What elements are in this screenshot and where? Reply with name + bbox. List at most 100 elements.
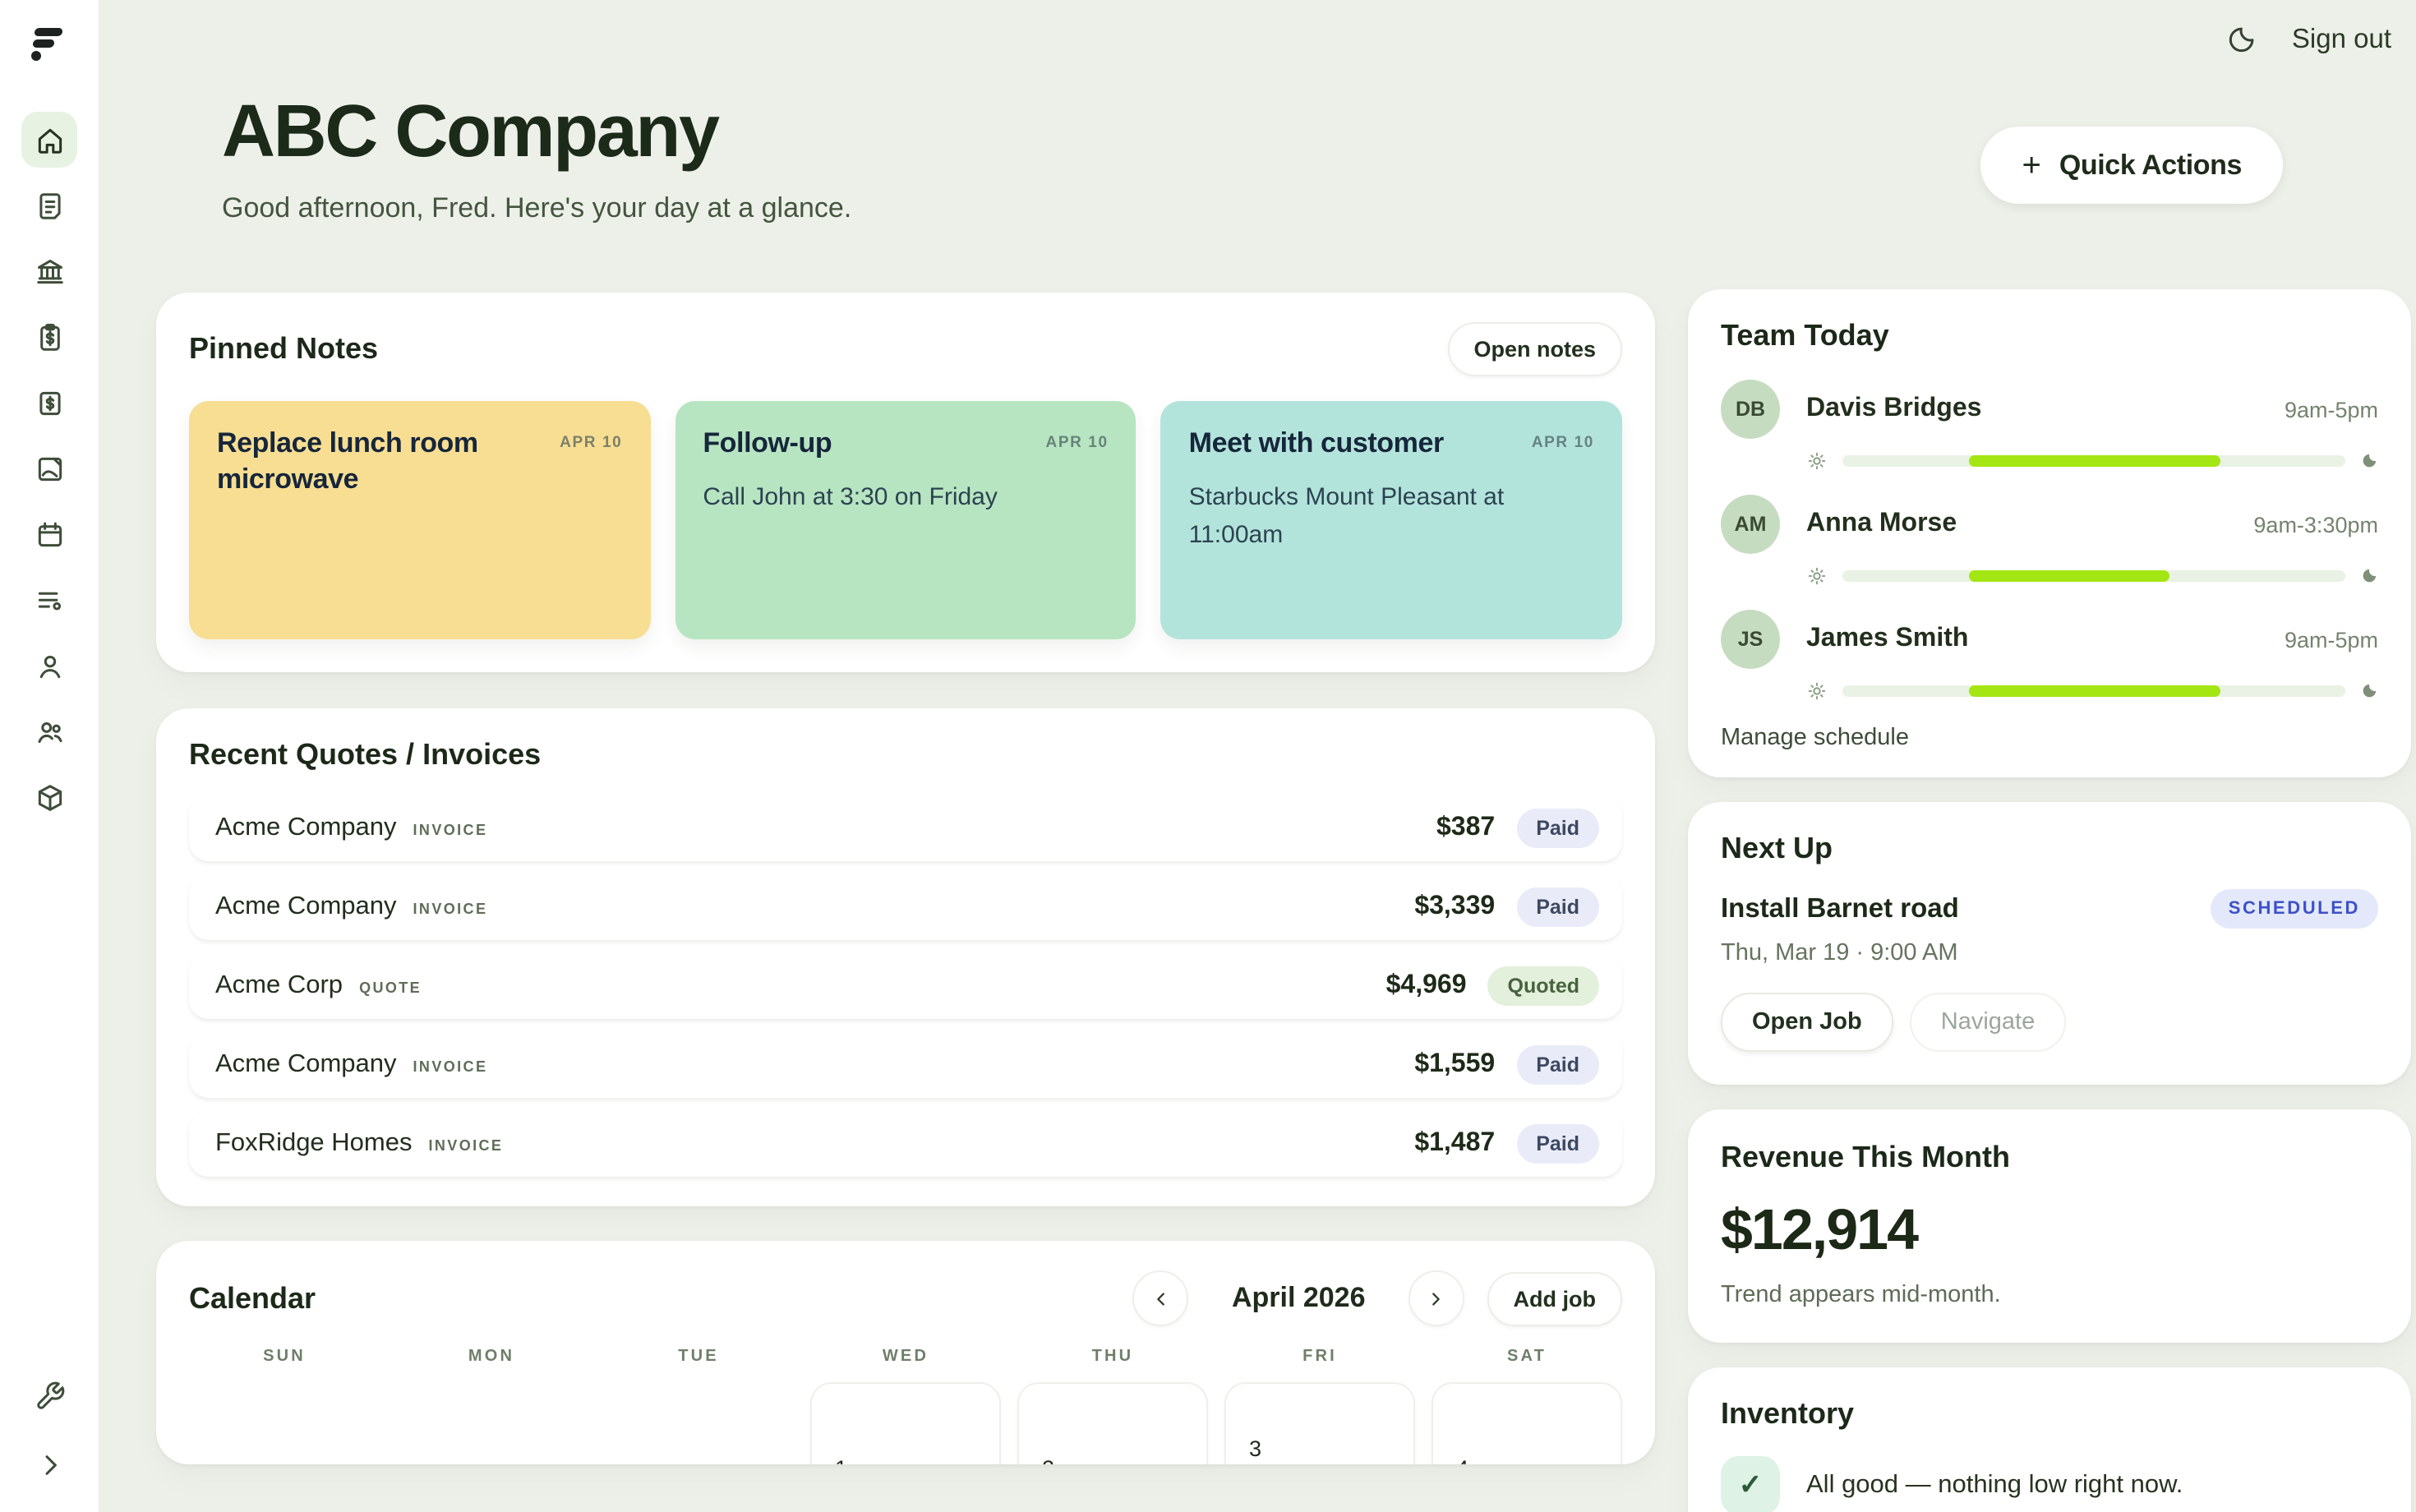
sidebar-item-home[interactable] bbox=[21, 112, 77, 168]
dashboard-page: Sign out + Quick Actions ABC Company Goo… bbox=[0, 0, 2416, 1512]
day-number: 1 bbox=[835, 1456, 999, 1464]
sidebar-item-jobs-list[interactable] bbox=[21, 572, 77, 628]
left-column: ABC Company Good afternoon, Fred. Here's… bbox=[156, 0, 1655, 1464]
add-job-button[interactable]: Add job bbox=[1487, 1271, 1623, 1325]
note-icon bbox=[34, 190, 65, 221]
day-number: 4 bbox=[1456, 1456, 1621, 1464]
image-icon bbox=[34, 453, 65, 484]
doc-type-label: INVOICE bbox=[413, 901, 488, 917]
client-name: Acme Company bbox=[215, 1050, 397, 1080]
sidebar-item-customers[interactable] bbox=[21, 638, 77, 694]
manage-schedule-link[interactable]: Manage schedule bbox=[1721, 725, 2378, 751]
team-today-card: Team Today DB Davis Bridges 9am-5pm bbox=[1688, 289, 2411, 777]
calendar-icon bbox=[34, 519, 65, 550]
sidebar-item-team[interactable] bbox=[21, 703, 77, 759]
shift-bar-track bbox=[1842, 570, 2345, 582]
sun-icon bbox=[1806, 565, 1828, 587]
invoice-row[interactable]: FoxRidge Homes INVOICE $1,487 Paid bbox=[189, 1111, 1622, 1177]
sun-icon bbox=[1806, 680, 1828, 702]
theme-toggle-button[interactable] bbox=[2223, 21, 2259, 58]
amount: $1,487 bbox=[1414, 1129, 1495, 1159]
greeting-text: Good afternoon, Fred. Here's your day at… bbox=[222, 192, 1655, 225]
sidebar-item-calendar[interactable] bbox=[21, 506, 77, 562]
note-date: APR 10 bbox=[1532, 434, 1594, 452]
invoice-row[interactable]: Acme Corp QUOTE $4,969 Quoted bbox=[189, 953, 1622, 1019]
users-icon bbox=[34, 716, 65, 747]
sidebar-item-settings[interactable] bbox=[21, 1367, 77, 1423]
invoice-list: Acme Company INVOICE $387 Paid Acme Comp… bbox=[189, 795, 1622, 1177]
calendar-day-cell[interactable]: 4 bbox=[1432, 1382, 1622, 1464]
note-body: Starbucks Mount Pleasant at 11:00am bbox=[1189, 481, 1542, 555]
amount: $387 bbox=[1436, 814, 1495, 843]
pinned-notes-title: Pinned Notes bbox=[189, 332, 378, 366]
open-notes-button[interactable]: Open notes bbox=[1447, 322, 1622, 376]
next-month-button[interactable] bbox=[1409, 1270, 1464, 1326]
invoice-row[interactable]: Acme Company INVOICE $1,559 Paid bbox=[189, 1032, 1622, 1098]
user-icon bbox=[34, 650, 65, 681]
sidebar-item-estimates[interactable] bbox=[21, 309, 77, 365]
status-badge: Paid bbox=[1516, 1124, 1599, 1164]
note-title: Follow-up bbox=[703, 426, 832, 463]
note-card[interactable]: Meet with customer APR 10 Starbucks Moun… bbox=[1161, 401, 1622, 639]
invoice-row[interactable]: Acme Company INVOICE $3,339 Paid bbox=[189, 874, 1622, 940]
calendar-day-cell[interactable]: 2 bbox=[1017, 1382, 1208, 1464]
page-header: ABC Company Good afternoon, Fred. Here's… bbox=[222, 89, 1655, 225]
calendar-day-cell[interactable]: 3 Good Friday bbox=[1224, 1382, 1415, 1464]
list-icon bbox=[34, 584, 65, 615]
next-up-card: Next Up Install Barnet road SCHEDULED Th… bbox=[1688, 802, 2411, 1085]
sidebar-collapse-button[interactable] bbox=[21, 1436, 77, 1492]
plus-icon: + bbox=[2022, 149, 2040, 182]
sidebar-nav bbox=[21, 112, 77, 825]
invoice-dollar-icon bbox=[34, 387, 65, 418]
day-number: 3 bbox=[1249, 1436, 1413, 1461]
calendar-grid: 1 2 3 Good Friday 4 bbox=[189, 1382, 1622, 1464]
revenue-card: Revenue This Month $12,914 Trend appears… bbox=[1688, 1109, 2411, 1343]
member-hours: 9am-5pm bbox=[2285, 627, 2378, 652]
package-icon bbox=[34, 781, 65, 813]
sidebar-item-inventory[interactable] bbox=[21, 769, 77, 825]
note-title: Replace lunch room microwave bbox=[217, 426, 496, 500]
client-name: FoxRidge Homes bbox=[215, 1129, 413, 1159]
team-member-list: DB Davis Bridges 9am-5pm bbox=[1721, 380, 2378, 702]
sidebar-item-notes[interactable] bbox=[21, 177, 77, 233]
member-name: James Smith bbox=[1806, 625, 1968, 654]
quick-actions-label: Quick Actions bbox=[2059, 149, 2242, 182]
prev-month-button[interactable] bbox=[1133, 1270, 1189, 1326]
note-title: Meet with customer bbox=[1189, 426, 1444, 463]
member-hours: 9am-3:30pm bbox=[2253, 512, 2378, 537]
status-badge: Quoted bbox=[1488, 966, 1600, 1006]
doc-type-label: QUOTE bbox=[359, 980, 422, 996]
calendar-card: Calendar April 2026 bbox=[156, 1241, 1655, 1464]
day-header: FRI bbox=[1224, 1348, 1415, 1366]
sidebar-item-photos[interactable] bbox=[21, 440, 77, 496]
revenue-title: Revenue This Month bbox=[1721, 1141, 2378, 1175]
amount: $4,969 bbox=[1386, 971, 1467, 1001]
sidebar-item-invoices[interactable] bbox=[21, 375, 77, 431]
sidebar-item-bank[interactable] bbox=[21, 243, 77, 299]
note-card[interactable]: Follow-up APR 10 Call John at 3:30 on Fr… bbox=[675, 401, 1136, 639]
bank-icon bbox=[34, 256, 65, 287]
navigate-button[interactable]: Navigate bbox=[1910, 993, 2066, 1052]
shift-bar-track bbox=[1842, 685, 2345, 697]
calendar-day-cell[interactable]: 1 bbox=[810, 1382, 1001, 1464]
home-icon bbox=[34, 124, 65, 155]
status-badge: Paid bbox=[1516, 887, 1599, 927]
check-icon: ✓ bbox=[1721, 1456, 1780, 1512]
open-job-button[interactable]: Open Job bbox=[1721, 993, 1893, 1052]
quick-actions-button[interactable]: + Quick Actions bbox=[1980, 127, 2283, 204]
chevron-right-icon bbox=[34, 1449, 65, 1480]
calendar-month-label: April 2026 bbox=[1232, 1282, 1366, 1315]
sun-icon bbox=[1806, 450, 1828, 472]
amount: $1,559 bbox=[1414, 1050, 1495, 1080]
revenue-caption: Trend appears mid-month. bbox=[1721, 1282, 2378, 1308]
member-name: Anna Morse bbox=[1806, 509, 1957, 539]
note-body: Call John at 3:30 on Friday bbox=[703, 481, 1108, 518]
calendar-controls: April 2026 Add job bbox=[1133, 1270, 1622, 1326]
sidebar bbox=[0, 0, 99, 1512]
sign-out-button[interactable]: Sign out bbox=[2292, 24, 2391, 55]
team-member: DB Davis Bridges 9am-5pm bbox=[1721, 380, 2378, 472]
calendar-title: Calendar bbox=[189, 1281, 316, 1316]
note-card[interactable]: Replace lunch room microwave APR 10 bbox=[189, 401, 650, 639]
topbar: Sign out bbox=[2223, 21, 2391, 58]
invoice-row[interactable]: Acme Company INVOICE $387 Paid bbox=[189, 795, 1622, 861]
